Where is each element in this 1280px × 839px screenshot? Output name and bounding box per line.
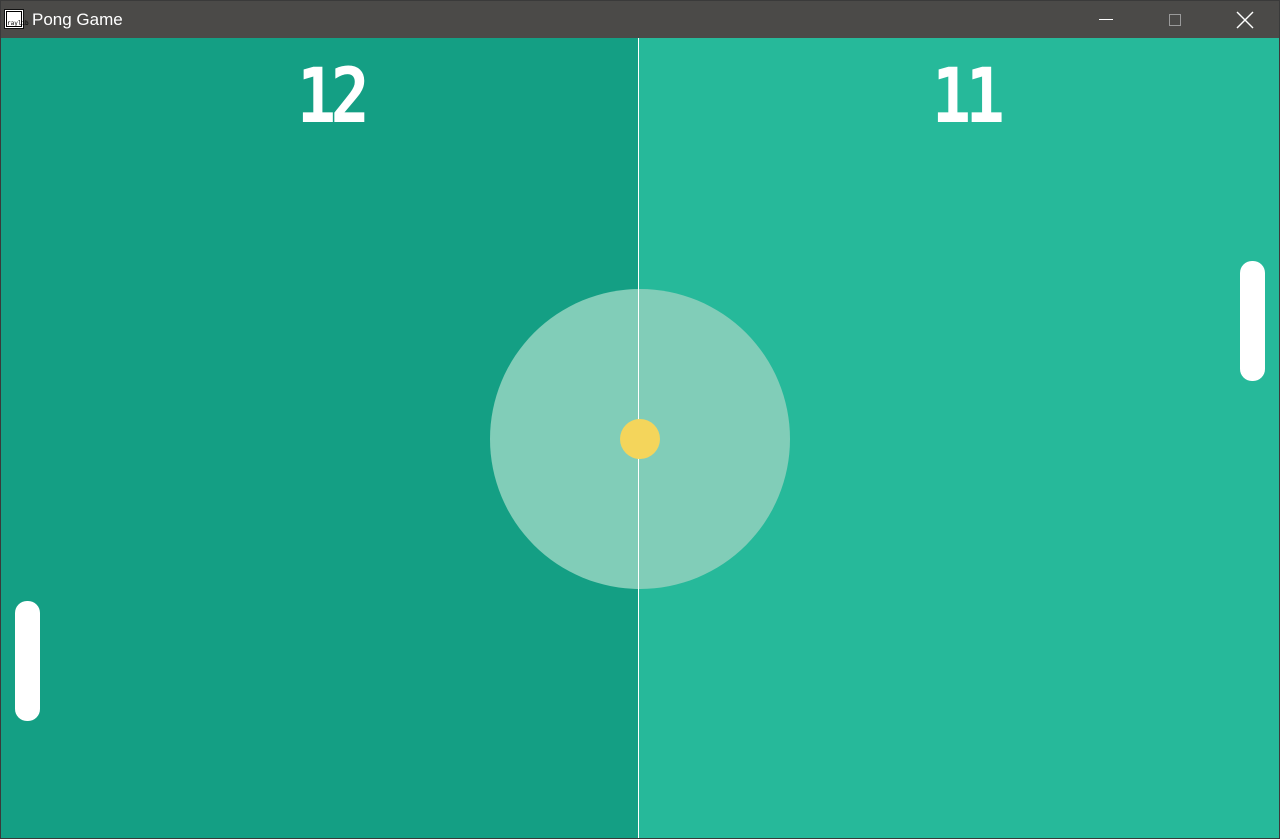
cpu-score: 11 <box>931 51 1005 140</box>
player-paddle <box>15 601 40 721</box>
raylib-icon: raylib <box>4 9 29 29</box>
player-score: 12 <box>296 51 370 140</box>
close-button[interactable] <box>1222 1 1268 38</box>
app-window: raylib Pong Game 12 11 <box>0 0 1280 839</box>
maximize-icon <box>1169 13 1181 26</box>
ball <box>620 419 660 459</box>
minimize-icon <box>1099 19 1113 20</box>
maximize-button[interactable] <box>1152 1 1198 38</box>
app-icon-label: raylib <box>7 20 29 27</box>
window-title: Pong Game <box>32 10 123 29</box>
minimize-button[interactable] <box>1083 1 1129 38</box>
cpu-paddle <box>1240 261 1265 381</box>
title-bar[interactable]: raylib Pong Game <box>1 1 1279 38</box>
game-canvas[interactable]: 12 11 <box>1 38 1279 838</box>
close-icon <box>1236 11 1254 28</box>
